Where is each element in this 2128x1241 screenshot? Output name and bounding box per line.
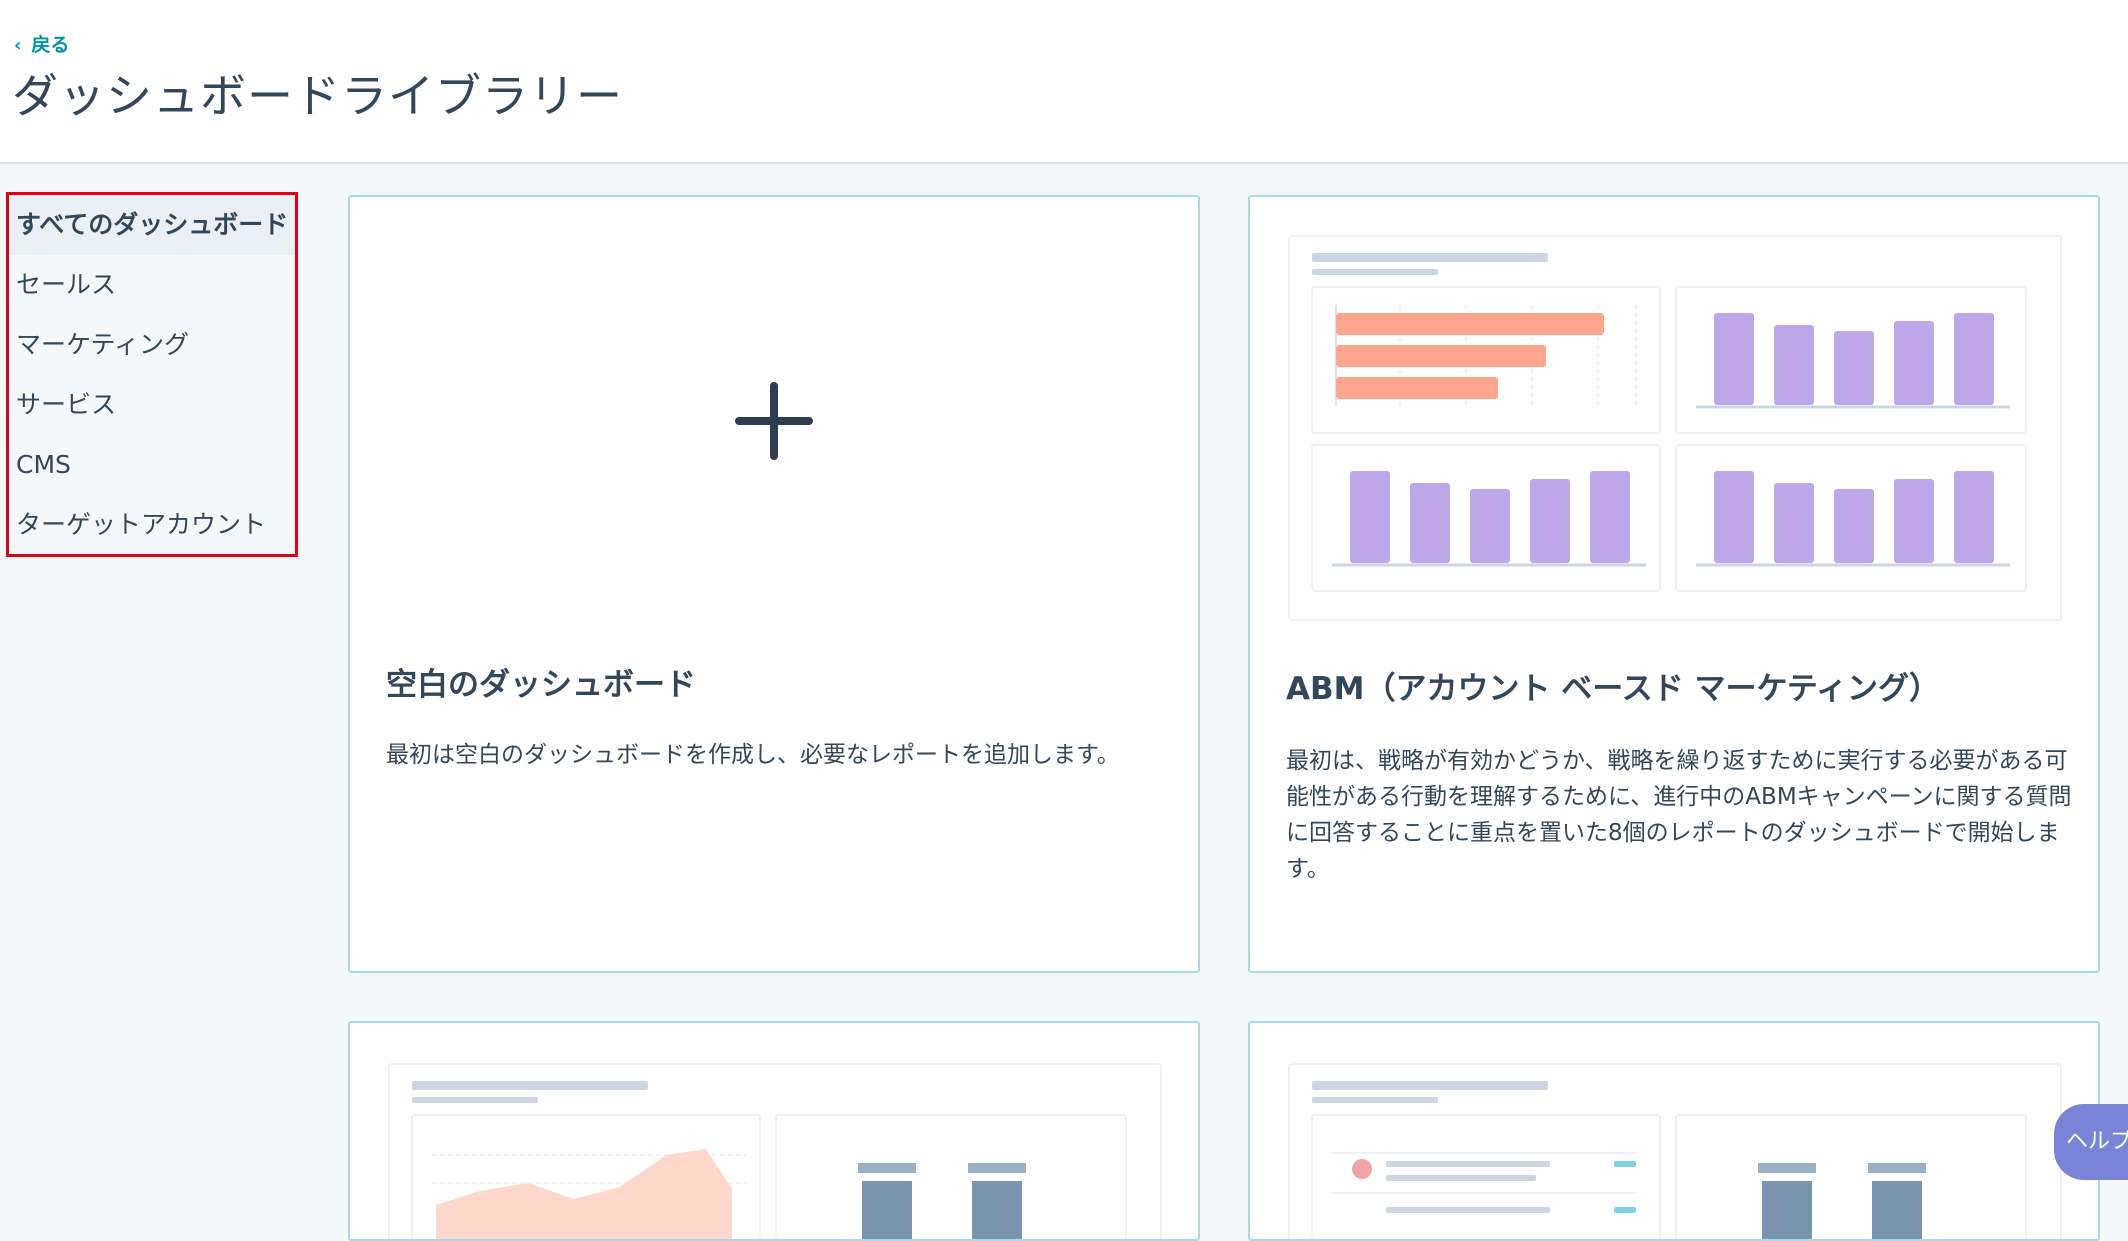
- plus-icon: [735, 382, 813, 460]
- dashboard-card-blank[interactable]: 空白のダッシュボード 最初は空白のダッシュボードを作成し、必要なレポートを追加し…: [348, 195, 1200, 973]
- back-link[interactable]: ‹ 戻る: [14, 30, 69, 57]
- card-description: 最初は空白のダッシュボードを作成し、必要なレポートを追加します。: [386, 742, 1120, 768]
- card-title: ABM（アカウント ベースド マーケティング）: [1286, 671, 1941, 707]
- dashboard-preview-image: [1288, 235, 2062, 621]
- sidebar-item-sales[interactable]: セールス: [9, 255, 295, 315]
- sidebar-item-marketing[interactable]: マーケティング: [9, 315, 295, 375]
- dashboard-card-abm[interactable]: ABM（アカウント ベースド マーケティング） 最初は、戦略が有効かどうか、戦略…: [1248, 195, 2100, 973]
- card-title: 空白のダッシュボード: [386, 667, 696, 703]
- dashboard-preview-list: [1288, 1063, 2062, 1239]
- sidebar-item-service[interactable]: サービス: [9, 375, 295, 435]
- dashboard-card-3[interactable]: [348, 1021, 1200, 1241]
- sidebar-item-all[interactable]: すべてのダッシュボード: [9, 195, 295, 255]
- help-button[interactable]: ヘルプ: [2054, 1104, 2128, 1180]
- sidebar-item-cms[interactable]: CMS: [9, 435, 295, 495]
- dashboard-card-4[interactable]: [1248, 1021, 2100, 1241]
- card-description: 最初は、戦略が有効かどうか、戦略を繰り返すために実行する必要がある可能性がある行…: [1286, 748, 2072, 882]
- page-title: ダッシュボードライブラリー: [12, 69, 623, 123]
- sidebar-item-target-accounts[interactable]: ターゲットアカウント: [9, 495, 295, 555]
- category-sidebar: すべてのダッシュボード セールス マーケティング サービス CMS ターゲットア…: [6, 192, 298, 557]
- chevron-left-icon: ‹: [14, 35, 22, 56]
- dashboard-preview-area-chart: [388, 1063, 1162, 1239]
- page-header: ‹ 戻る ダッシュボードライブラリー: [0, 0, 2128, 164]
- back-label: 戻る: [31, 34, 70, 56]
